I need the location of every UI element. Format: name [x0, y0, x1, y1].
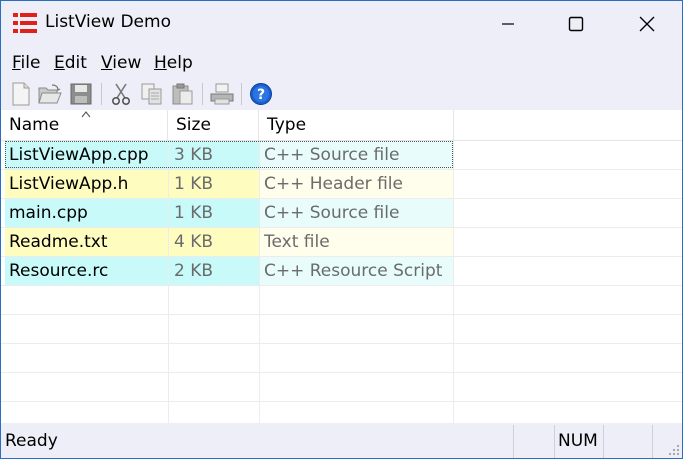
toolbar-separator [101, 83, 102, 105]
file-name-cell: Readme.txt [5, 228, 168, 256]
file-name-cell: ListViewApp.cpp [5, 141, 168, 169]
menu-bar: File Edit View Help [1, 47, 682, 77]
file-type-cell: C++ Source file [259, 141, 453, 169]
help-icon: ? [250, 83, 272, 105]
status-pane [652, 425, 653, 458]
list-item[interactable]: Readme.txt 4 KB Text file [1, 228, 682, 257]
app-window: ListView Demo File Edit View Help ? Name… [0, 0, 683, 459]
num-lock-indicator: NUM [558, 431, 598, 451]
file-size-cell: 1 KB [168, 170, 259, 198]
menu-help-label: elp [166, 53, 193, 73]
window-title: ListView Demo [45, 12, 171, 32]
save-icon [70, 83, 92, 105]
toolbar-separator [202, 83, 203, 105]
open-button[interactable] [37, 81, 63, 107]
minimize-button[interactable] [473, 1, 543, 47]
close-button[interactable] [612, 1, 682, 47]
list-item[interactable]: ListViewApp.cpp 3 KB C++ Source file [1, 141, 682, 170]
menu-edit-mnemonic: E [54, 53, 65, 73]
status-pane [603, 425, 604, 458]
menu-file-mnemonic: F [12, 53, 21, 73]
toolbar-separator [241, 83, 242, 105]
print-button[interactable] [209, 81, 235, 107]
grid-line [1, 169, 682, 170]
menu-edit[interactable]: Edit [54, 53, 87, 73]
copy-button[interactable] [139, 81, 165, 107]
column-header-name-label: Name [9, 115, 60, 135]
file-type-cell: C++ Source file [259, 199, 453, 227]
paste-button[interactable] [170, 81, 196, 107]
copy-icon [141, 83, 162, 105]
file-name-cell: main.cpp [5, 199, 168, 227]
grid-line [1, 401, 682, 402]
column-header-type[interactable]: Type [259, 110, 454, 140]
cut-button[interactable] [108, 81, 134, 107]
grid-line [1, 314, 682, 315]
menu-view-mnemonic: V [101, 53, 113, 73]
status-text: Ready [5, 431, 58, 451]
file-name-cell: Resource.rc [5, 257, 168, 285]
file-size-cell: 3 KB [168, 141, 259, 169]
file-list-view[interactable]: Name Size Type ListViewApp.cpp 3 KB C++ So… [1, 110, 682, 423]
file-size-cell: 2 KB [168, 257, 259, 285]
column-header-size-label: Size [176, 115, 211, 135]
list-app-icon [13, 13, 37, 33]
print-icon [210, 83, 234, 105]
open-icon [38, 84, 62, 104]
resize-grip-icon[interactable] [666, 442, 680, 456]
maximize-button[interactable] [541, 1, 611, 47]
status-pane [513, 425, 514, 458]
menu-file-label: ile [20, 53, 41, 73]
file-name-cell: ListViewApp.h [5, 170, 168, 198]
cut-icon [111, 83, 131, 106]
menu-view-label: iew [112, 53, 142, 73]
sort-ascending-icon [81, 111, 91, 118]
file-type-cell: C++ Header file [259, 170, 453, 198]
file-size-cell: 4 KB [168, 228, 259, 256]
grid-line [1, 372, 682, 373]
column-header-name[interactable]: Name [1, 110, 168, 140]
file-type-cell: Text file [259, 228, 453, 256]
grid-line [1, 227, 682, 228]
title-bar[interactable]: ListView Demo [1, 1, 682, 47]
toolbar: ? [1, 77, 682, 110]
grid-line [1, 343, 682, 344]
file-size-cell: 1 KB [168, 199, 259, 227]
status-pane [554, 425, 555, 458]
help-button[interactable]: ? [248, 81, 274, 107]
column-header-type-label: Type [267, 115, 307, 135]
column-header-size[interactable]: Size [168, 110, 259, 140]
grid-line [1, 285, 682, 286]
status-bar: Ready NUM [1, 423, 682, 458]
minimize-icon [502, 23, 514, 25]
grid-line [168, 141, 169, 423]
menu-help-mnemonic: H [154, 53, 167, 73]
save-button[interactable] [68, 81, 94, 107]
menu-help[interactable]: Help [154, 53, 193, 73]
list-item[interactable]: ListViewApp.h 1 KB C++ Header file [1, 170, 682, 199]
paste-icon [172, 83, 193, 105]
grid-line [259, 141, 260, 423]
grid-line [1, 256, 682, 257]
close-icon [639, 16, 655, 32]
maximize-icon [568, 16, 584, 32]
menu-edit-label: dit [64, 53, 87, 73]
grid-line [453, 141, 454, 423]
menu-view[interactable]: View [101, 53, 141, 73]
grid-line [1, 198, 682, 199]
list-item[interactable]: main.cpp 1 KB C++ Source file [1, 199, 682, 228]
svg-text:?: ? [257, 87, 265, 103]
menu-file[interactable]: File [12, 53, 40, 73]
new-icon [12, 82, 30, 106]
new-button[interactable] [8, 81, 34, 107]
list-item[interactable]: Resource.rc 2 KB C++ Resource Script [1, 257, 682, 286]
file-type-cell: C++ Resource Script [259, 257, 453, 285]
